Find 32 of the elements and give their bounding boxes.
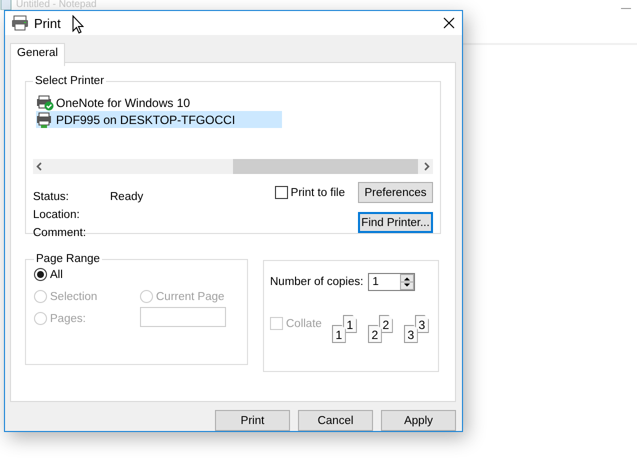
detail-label: Status: bbox=[33, 191, 70, 205]
sample-page: 1 bbox=[332, 325, 346, 343]
group-title: Page Range bbox=[35, 253, 101, 265]
copies-spinner[interactable]: 1 bbox=[368, 273, 416, 291]
detail-label: Comment: bbox=[33, 227, 88, 241]
sample-page: 2 bbox=[368, 325, 382, 343]
pages-input-field[interactable] bbox=[140, 307, 226, 327]
printer-item[interactable]: OneNote for Windows 10 bbox=[36, 94, 282, 111]
dialog-button[interactable]: Print bbox=[215, 410, 290, 431]
copies-label: Number of copies: bbox=[270, 276, 364, 288]
window-title: Print bbox=[34, 16, 61, 30]
print-to-file-checkbox[interactable]: Print to file bbox=[274, 186, 345, 199]
detail-label: Location: bbox=[33, 209, 81, 223]
horizontal-scrollbar[interactable] bbox=[33, 159, 433, 174]
printer-name: OneNote for Windows 10 bbox=[56, 96, 190, 110]
close-icon[interactable] bbox=[443, 17, 455, 29]
printer-item[interactable]: PDF995 on DESKTOP-TFGOCCI bbox=[36, 111, 282, 128]
spinner-arrows-icon[interactable] bbox=[400, 274, 414, 290]
radio-option[interactable]: All bbox=[34, 267, 140, 282]
printer-icon bbox=[12, 15, 30, 31]
dialog-button[interactable]: Cancel bbox=[298, 410, 373, 431]
find-printer-button[interactable]: Find Printer... bbox=[358, 212, 433, 233]
dialog-button[interactable]: Apply bbox=[381, 410, 456, 431]
scroll-right-icon[interactable] bbox=[424, 162, 430, 171]
preferences-button[interactable]: Preferences bbox=[358, 182, 433, 203]
group-title: Select Printer bbox=[34, 75, 106, 87]
tab[interactable]: General bbox=[10, 43, 65, 66]
sample-page: 3 bbox=[404, 325, 418, 343]
scroll-left-icon[interactable] bbox=[36, 162, 42, 171]
notepad-icon bbox=[0, 0, 12, 10]
detail-value: Ready bbox=[110, 191, 144, 205]
printer-name: PDF995 on DESKTOP-TFGOCCI bbox=[56, 112, 236, 126]
